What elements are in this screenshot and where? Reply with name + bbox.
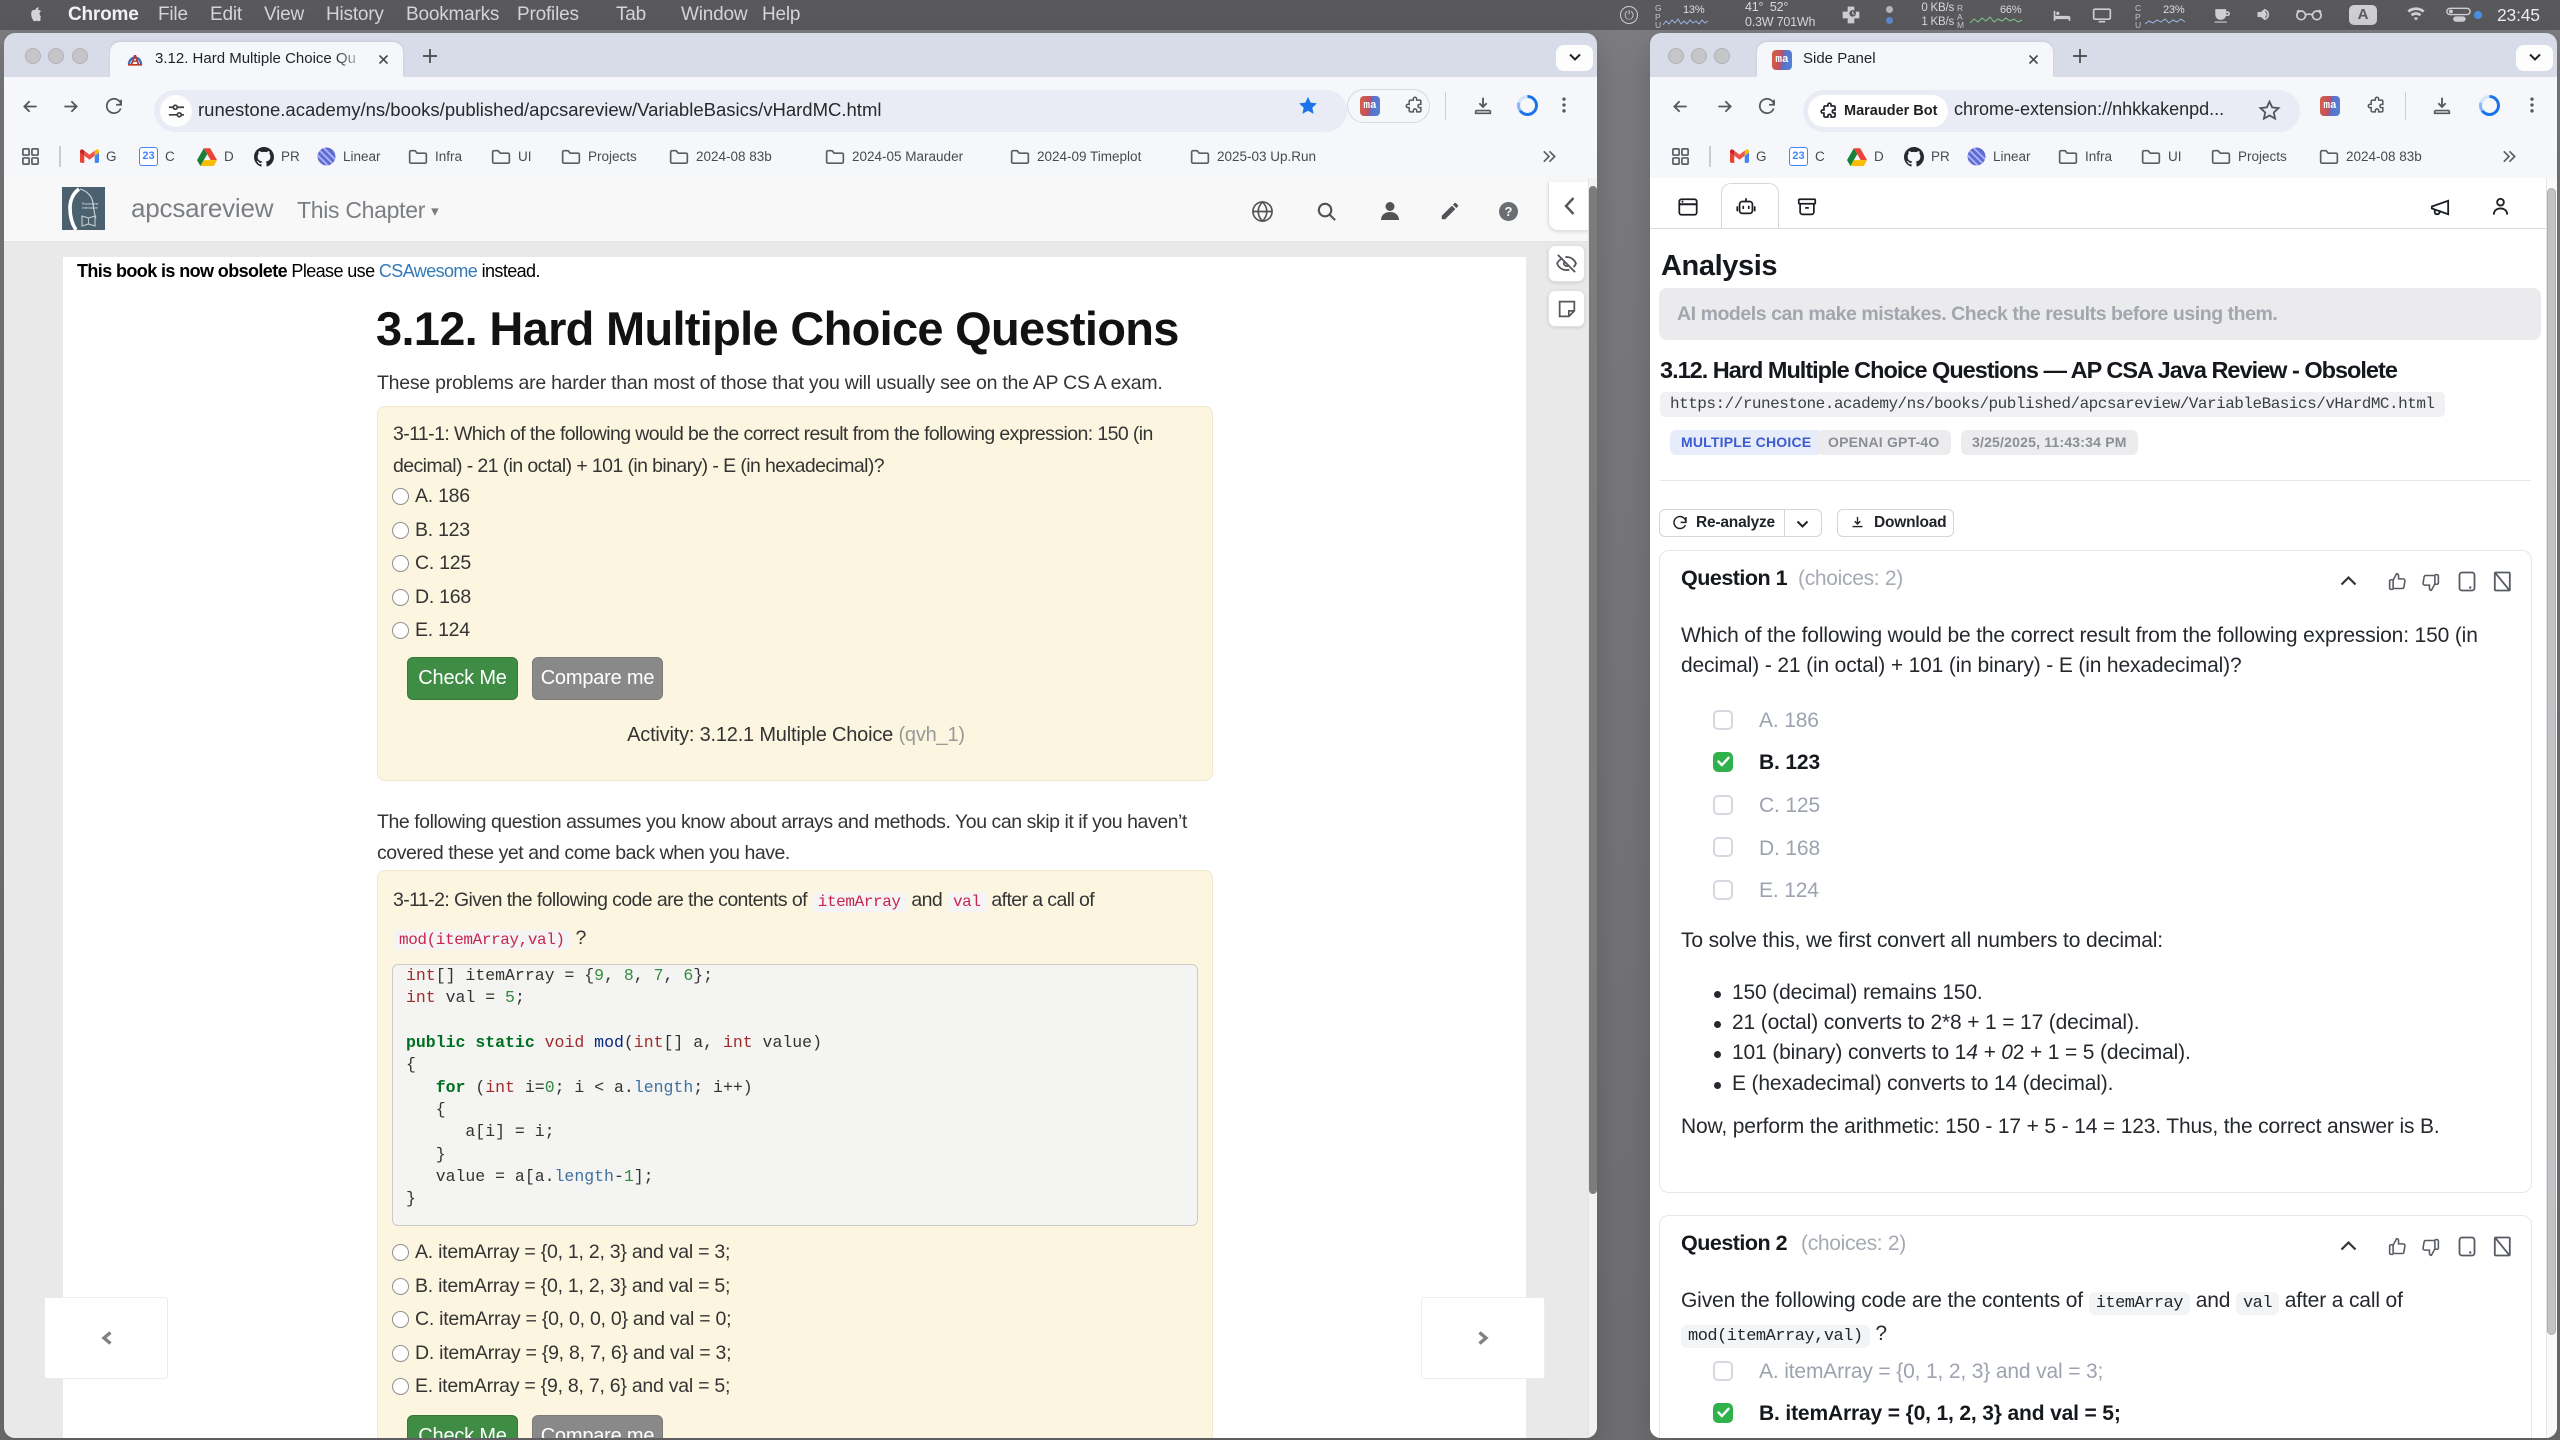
svg-text:A: A [130, 53, 139, 67]
svg-text:Interactive: Interactive [82, 206, 98, 210]
svg-text:?: ? [1505, 204, 1513, 219]
